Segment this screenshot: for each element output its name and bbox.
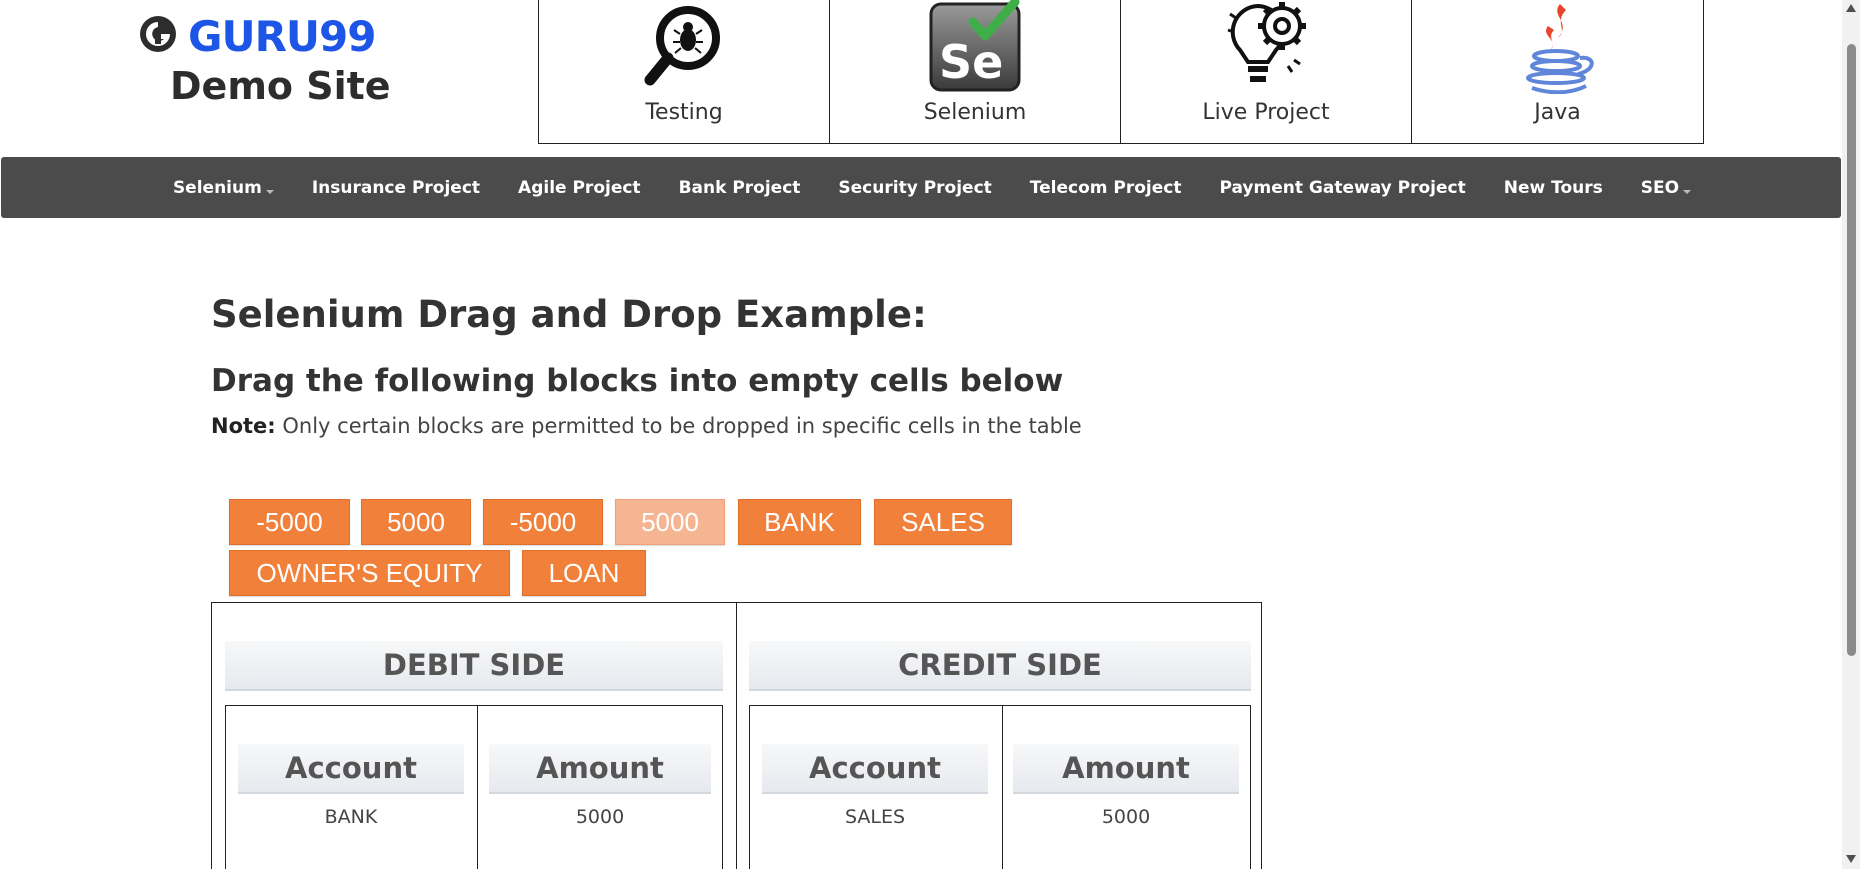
page-subtitle: Drag the following blocks into empty cel… — [211, 363, 1064, 399]
svg-text:Se: Se — [939, 35, 1003, 89]
debit-account-cell[interactable]: BANK — [238, 806, 464, 828]
debit-amount-cell[interactable]: 5000 — [489, 806, 711, 828]
chevron-down-icon — [1683, 189, 1692, 194]
nav-item-label: Security Project — [838, 177, 992, 198]
nav-item-label: Agile Project — [518, 177, 641, 198]
main-nav: Selenium Insurance Project Agile Project… — [1, 157, 1841, 218]
scroll-down-arrow-icon[interactable] — [1846, 855, 1856, 863]
topbox-testing[interactable]: Testing — [539, 0, 830, 143]
drag-block-bank[interactable]: BANK — [738, 499, 861, 545]
guru99-logo-icon — [140, 16, 176, 52]
topbox-label: Selenium — [923, 100, 1027, 125]
site-logo[interactable]: GURU99 Demo Site — [138, 8, 391, 108]
debit-amount-header: Amount — [489, 744, 711, 794]
note-body: Only certain blocks are permitted to be … — [282, 414, 1082, 438]
note-text: Note: Only certain blocks are permitted … — [211, 414, 1082, 438]
drag-block-minus-5000[interactable]: -5000 — [483, 499, 603, 545]
nav-item-label: Selenium — [172, 177, 262, 198]
drag-block-owners-equity[interactable]: OWNER'S EQUITY — [229, 550, 510, 596]
debit-side-header: DEBIT SIDE — [225, 641, 723, 691]
topbox-java[interactable]: Java — [1412, 0, 1703, 143]
page-scrollbar[interactable] — [1842, 0, 1860, 869]
nav-item-label: Bank Project — [678, 177, 801, 198]
note-label: Note: — [211, 414, 276, 438]
drag-block-loan[interactable]: LOAN — [522, 550, 646, 596]
nav-item-insurance-project[interactable]: Insurance Project — [293, 178, 499, 198]
debit-table: Account Amount BANK 5000 — [225, 705, 723, 869]
scrollbar-thumb[interactable] — [1847, 44, 1856, 656]
side-divider — [736, 603, 737, 869]
credit-account-header: Account — [762, 744, 988, 794]
credit-amount-header: Amount — [1013, 744, 1239, 794]
column-divider — [1002, 706, 1003, 869]
accounting-table: DEBIT SIDE Account Amount BANK 5000 CRED… — [211, 602, 1262, 869]
lightbulb-gear-icon — [1227, 2, 1306, 82]
nav-item-agile-project[interactable]: Agile Project — [499, 178, 660, 198]
selenium-logo-icon: Se — [929, 0, 1021, 92]
nav-item-label: Insurance Project — [311, 177, 481, 198]
drag-block-minus-5000[interactable]: -5000 — [229, 499, 350, 545]
logo-brand: GURU99 — [188, 12, 376, 61]
topbox-selenium[interactable]: Se Selenium — [830, 0, 1121, 143]
nav-item-telecom-project[interactable]: Telecom Project — [1011, 178, 1201, 198]
column-divider — [477, 706, 478, 869]
nav-item-label: New Tours — [1503, 177, 1603, 198]
credit-side-header: CREDIT SIDE — [749, 641, 1251, 691]
drag-block-sales[interactable]: SALES — [874, 499, 1012, 545]
nav-item-label: Payment Gateway Project — [1219, 177, 1466, 198]
java-logo-icon — [1525, 4, 1594, 94]
topbox-live-project[interactable]: Live Project — [1121, 0, 1412, 143]
magnifier-bug-icon — [644, 6, 720, 86]
logo-subtitle: Demo Site — [170, 64, 391, 108]
nav-item-label: SEO — [1640, 177, 1680, 198]
topbox-label: Java — [1534, 100, 1581, 125]
nav-item-label: Telecom Project — [1029, 177, 1182, 198]
drag-block-5000-used[interactable]: 5000 — [615, 499, 725, 545]
top-category-boxes: Testing Se Selenium Live Project Java — [538, 0, 1704, 144]
nav-item-security-project[interactable]: Security Project — [819, 178, 1010, 198]
site-header: GURU99 Demo Site Testing Se Selenium Liv… — [0, 0, 1842, 157]
nav-item-seo[interactable]: SEO — [1622, 178, 1710, 198]
credit-account-cell[interactable]: SALES — [762, 806, 988, 828]
page-title: Selenium Drag and Drop Example: — [211, 293, 927, 336]
nav-item-bank-project[interactable]: Bank Project — [660, 178, 820, 198]
credit-amount-cell[interactable]: 5000 — [1013, 806, 1239, 828]
chevron-down-icon — [265, 189, 274, 194]
credit-table: Account Amount SALES 5000 — [749, 705, 1251, 869]
debit-account-header: Account — [238, 744, 464, 794]
drag-block-5000[interactable]: 5000 — [361, 499, 471, 545]
nav-item-selenium[interactable]: Selenium — [154, 178, 293, 198]
scroll-up-arrow-icon[interactable] — [1846, 4, 1856, 12]
nav-item-new-tours[interactable]: New Tours — [1485, 178, 1622, 198]
nav-item-payment-gateway-project[interactable]: Payment Gateway Project — [1200, 178, 1484, 198]
topbox-label: Live Project — [1202, 100, 1330, 125]
topbox-label: Testing — [645, 100, 723, 125]
